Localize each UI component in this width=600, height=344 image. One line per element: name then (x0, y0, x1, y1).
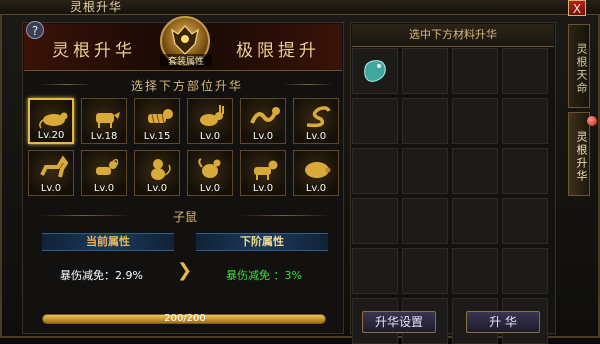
banner-title-right: 极限提升 (236, 41, 320, 61)
next-stats-header: 下阶属性 (196, 233, 328, 251)
divider (40, 84, 92, 85)
material-slot[interactable] (402, 248, 448, 294)
dragon-icon (250, 107, 280, 124)
zodiac-part-slot[interactable]: Lv.0 (187, 98, 233, 144)
dog-icon (254, 160, 278, 180)
part-level: Lv.18 (90, 131, 118, 142)
next-stats-title: 下阶属性 (240, 235, 284, 248)
zodiac-part-slot[interactable]: Lv.0 (134, 150, 180, 196)
material-slot[interactable] (452, 48, 498, 94)
jade-material-icon (364, 60, 386, 82)
part-level: Lv.15 (143, 131, 171, 142)
material-slot[interactable] (452, 198, 498, 244)
tab-spirit-ascension[interactable]: 灵根升华 (568, 112, 590, 196)
part-level: Lv.20 (37, 130, 65, 141)
pig-icon (305, 162, 331, 178)
divider (240, 215, 330, 216)
current-stat-value: 暴伤减免：2.9% (60, 269, 143, 282)
selected-part-name: 子鼠 (172, 210, 197, 224)
part-level: Lv.0 (40, 183, 62, 194)
material-slot[interactable] (502, 248, 548, 294)
banner-title-left: 灵根升华 (52, 41, 136, 61)
part-level: Lv.0 (305, 131, 327, 142)
material-slot[interactable] (352, 48, 398, 94)
material-slot[interactable] (502, 148, 548, 194)
upgrade-settings-button[interactable]: 升华设置 (362, 311, 436, 333)
set-attributes-label[interactable]: 套装属性 (160, 54, 212, 67)
zodiac-part-slot[interactable]: Lv.0 (187, 150, 233, 196)
next-stat: 暴伤减免 ：3% (226, 267, 302, 283)
part-level: Lv.0 (252, 183, 274, 194)
goat-icon (96, 158, 119, 175)
red-gem-icon (587, 116, 597, 126)
divider (40, 215, 130, 216)
part-level: Lv.0 (93, 183, 115, 194)
zodiac-part-slot[interactable]: Lv.0 (81, 150, 127, 196)
next-stat-label: 暴伤减免 ： (226, 269, 285, 282)
material-slot[interactable] (402, 198, 448, 244)
part-level: Lv.0 (305, 183, 327, 194)
part-level: Lv.0 (199, 183, 221, 194)
current-stats-title: 当前属性 (86, 235, 130, 248)
progress-text: 200/200 (164, 313, 206, 324)
material-slot[interactable] (352, 248, 398, 294)
material-slot[interactable] (352, 98, 398, 144)
tiger-icon (148, 109, 173, 124)
material-slot[interactable] (502, 48, 548, 94)
material-slot[interactable] (402, 98, 448, 144)
help-button[interactable]: ? (26, 21, 44, 39)
rat-icon (39, 112, 68, 129)
parts-heading: 选择下方部位升华 (130, 79, 243, 93)
window-title: 灵根升华 (70, 0, 123, 14)
ascend-button[interactable]: 升 华 (466, 311, 540, 333)
material-slot[interactable] (402, 148, 448, 194)
zodiac-part-slot[interactable]: Lv.18 (81, 98, 127, 144)
arrow-right-icon: ❯ (177, 260, 193, 281)
zodiac-part-slot[interactable]: Lv.20 (28, 98, 74, 144)
close-button[interactable]: X (568, 0, 586, 16)
horse-icon (40, 155, 68, 178)
zodiac-part-slot[interactable]: Lv.0 (293, 98, 339, 144)
material-slot[interactable] (502, 98, 548, 144)
material-slot[interactable] (502, 198, 548, 244)
material-slot[interactable] (452, 98, 498, 144)
part-level: Lv.0 (199, 131, 221, 142)
ox-icon (96, 112, 120, 128)
materials-heading: 选中下方材料升华 (352, 24, 554, 47)
zodiac-part-slot[interactable]: Lv.0 (28, 150, 74, 196)
zodiac-part-slot[interactable]: Lv.0 (240, 98, 286, 144)
material-slot[interactable] (402, 48, 448, 94)
next-stat-value: 3% (284, 269, 302, 282)
material-slot[interactable] (352, 198, 398, 244)
rooster-icon (198, 158, 221, 178)
zodiac-part-slot[interactable]: Lv.0 (293, 150, 339, 196)
monkey-icon (151, 159, 171, 180)
material-slot[interactable] (452, 248, 498, 294)
current-stats-header: 当前属性 (42, 233, 174, 251)
material-slot[interactable] (352, 148, 398, 194)
snake-icon (306, 106, 331, 128)
zodiac-part-slot[interactable]: Lv.0 (240, 150, 286, 196)
part-level: Lv.0 (252, 131, 274, 142)
rabbit-icon (200, 105, 224, 126)
tab-spirit-destiny[interactable]: 灵根天命 (568, 24, 590, 108)
divider (282, 84, 334, 85)
part-level: Lv.0 (146, 183, 168, 194)
material-slot[interactable] (452, 148, 498, 194)
zodiac-part-slot[interactable]: Lv.15 (134, 98, 180, 144)
